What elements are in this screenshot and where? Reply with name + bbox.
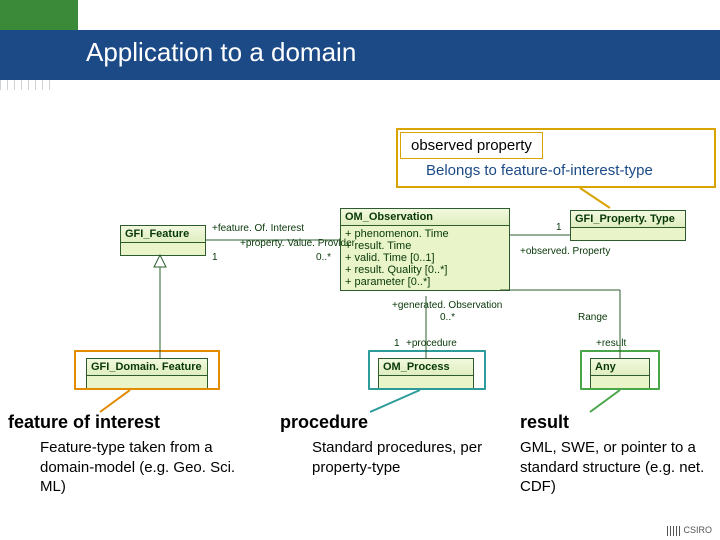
lbl-mult-0star-left: 0..* xyxy=(316,252,331,263)
lbl-mult-1-right: 1 xyxy=(556,222,562,233)
lbl-mult-1-proc: 1 xyxy=(394,338,400,349)
ann-proc-body: Standard procedures, per property-type xyxy=(312,438,512,477)
logo: CSIRO xyxy=(667,525,712,536)
obs-attr: + result. Time xyxy=(345,240,505,252)
highlight-proc xyxy=(368,350,486,390)
lbl-range: Range xyxy=(578,312,607,323)
ann-foi-body: Feature-type taken from a domain-model (… xyxy=(40,438,260,497)
obs-attr: + valid. Time [0..1] xyxy=(345,252,505,264)
obs-attr: + parameter [0..*] xyxy=(345,276,505,288)
lbl-generated-observation: +generated. Observation xyxy=(392,300,502,311)
logo-text: CSIRO xyxy=(683,525,712,535)
lbl-mult-0star-down: 0..* xyxy=(440,312,455,323)
uml-om-observation-name: OM_Observation xyxy=(341,209,509,226)
ann-foi-head: feature of interest xyxy=(8,412,160,433)
highlight-foi xyxy=(74,350,220,390)
uml-om-observation: OM_Observation + phenomenon. Time + resu… xyxy=(340,208,510,291)
lbl-feature-of-interest: +feature. Of. Interest xyxy=(212,223,304,234)
ann-res-body: GML, SWE, or pointer to a standard struc… xyxy=(520,438,710,497)
lbl-observed-property: +observed. Property xyxy=(520,246,610,257)
uml-gfi-feature-name: GFI_Feature xyxy=(121,226,205,243)
lbl-procedure: +procedure xyxy=(406,338,457,349)
uml-gfi-property-type: GFI_Property. Type xyxy=(570,210,686,241)
decor-green-block xyxy=(0,0,78,30)
highlight-observed-property xyxy=(396,128,716,188)
title-band: Application to a domain xyxy=(0,0,720,90)
lbl-result: +result xyxy=(596,338,626,349)
highlight-result xyxy=(580,350,660,390)
obs-attr: + phenomenon. Time xyxy=(345,228,505,240)
uml-gfi-property-type-name: GFI_Property. Type xyxy=(571,211,685,228)
slide-title: Application to a domain xyxy=(86,37,356,68)
uml-gfi-feature: GFI_Feature xyxy=(120,225,206,256)
ann-proc-head: procedure xyxy=(280,412,368,433)
slide-body: observed property Belongs to feature-of-… xyxy=(0,90,720,540)
obs-attr: + result. Quality [0..*] xyxy=(345,264,505,276)
uml-om-observation-attrs: + phenomenon. Time + result. Time + vali… xyxy=(341,226,509,290)
ann-res-head: result xyxy=(520,412,569,433)
lbl-mult-1-left: 1 xyxy=(212,252,218,263)
lbl-property-value-provider: +property. Value. Provider xyxy=(240,238,355,249)
